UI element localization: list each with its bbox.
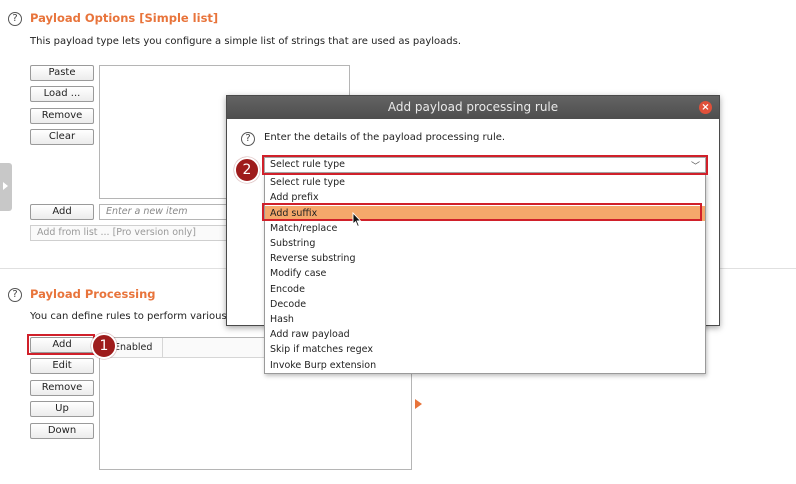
annotation-outline-add-suffix xyxy=(262,203,702,221)
up-rule-button[interactable]: Up xyxy=(30,401,94,417)
remove-rule-button[interactable]: Remove xyxy=(30,380,94,396)
clear-button[interactable]: Clear xyxy=(30,129,94,145)
annotation-step-1: 1 xyxy=(91,333,117,359)
dropdown-option[interactable]: Substring xyxy=(265,236,705,251)
annotation-outline-add xyxy=(27,334,95,355)
payload-processing-title: Payload Processing xyxy=(30,287,156,301)
annotation-step-2: 2 xyxy=(234,157,260,183)
dropdown-option[interactable]: Add raw payload xyxy=(265,327,705,342)
dropdown-option[interactable]: Select rule type xyxy=(265,175,705,190)
payload-options-title: Payload Options [Simple list] xyxy=(30,11,219,25)
down-rule-button[interactable]: Down xyxy=(30,423,94,439)
remove-button[interactable]: Remove xyxy=(30,108,94,124)
help-icon[interactable]: ? xyxy=(8,12,22,26)
edit-rule-button[interactable]: Edit xyxy=(30,358,94,374)
help-icon[interactable]: ? xyxy=(241,132,255,146)
dropdown-option[interactable]: Encode xyxy=(265,282,705,297)
mouse-cursor-icon xyxy=(352,212,362,227)
paste-button[interactable]: Paste xyxy=(30,65,94,81)
dialog-instruction: Enter the details of the payload process… xyxy=(264,132,506,143)
dropdown-option[interactable]: Decode xyxy=(265,297,705,312)
load-button[interactable]: Load ... xyxy=(30,86,94,102)
add-item-button[interactable]: Add xyxy=(30,204,94,220)
payload-processing-description: You can define rules to perform various … xyxy=(30,311,258,322)
side-panel-handle[interactable] xyxy=(0,163,12,211)
dropdown-option[interactable]: Skip if matches regex xyxy=(265,342,705,357)
dialog-titlebar[interactable]: Add payload processing rule xyxy=(227,96,719,119)
dropdown-option[interactable]: Invoke Burp extension xyxy=(265,358,705,373)
close-icon[interactable]: × xyxy=(699,101,712,114)
dropdown-option[interactable]: Hash xyxy=(265,312,705,327)
dropdown-option[interactable]: Match/replace xyxy=(265,221,705,236)
payload-options-description: This payload type lets you configure a s… xyxy=(30,36,462,47)
expand-arrow-icon xyxy=(3,182,8,190)
annotation-outline-select xyxy=(262,155,708,175)
expand-arrow-icon[interactable] xyxy=(415,399,422,409)
dropdown-option[interactable]: Modify case xyxy=(265,266,705,281)
dropdown-option[interactable]: Reverse substring xyxy=(265,251,705,266)
enabled-column-header[interactable]: Enabled xyxy=(114,339,152,357)
help-icon[interactable]: ? xyxy=(8,288,22,302)
dialog-title: Add payload processing rule xyxy=(387,100,559,114)
column-separator xyxy=(162,338,163,358)
